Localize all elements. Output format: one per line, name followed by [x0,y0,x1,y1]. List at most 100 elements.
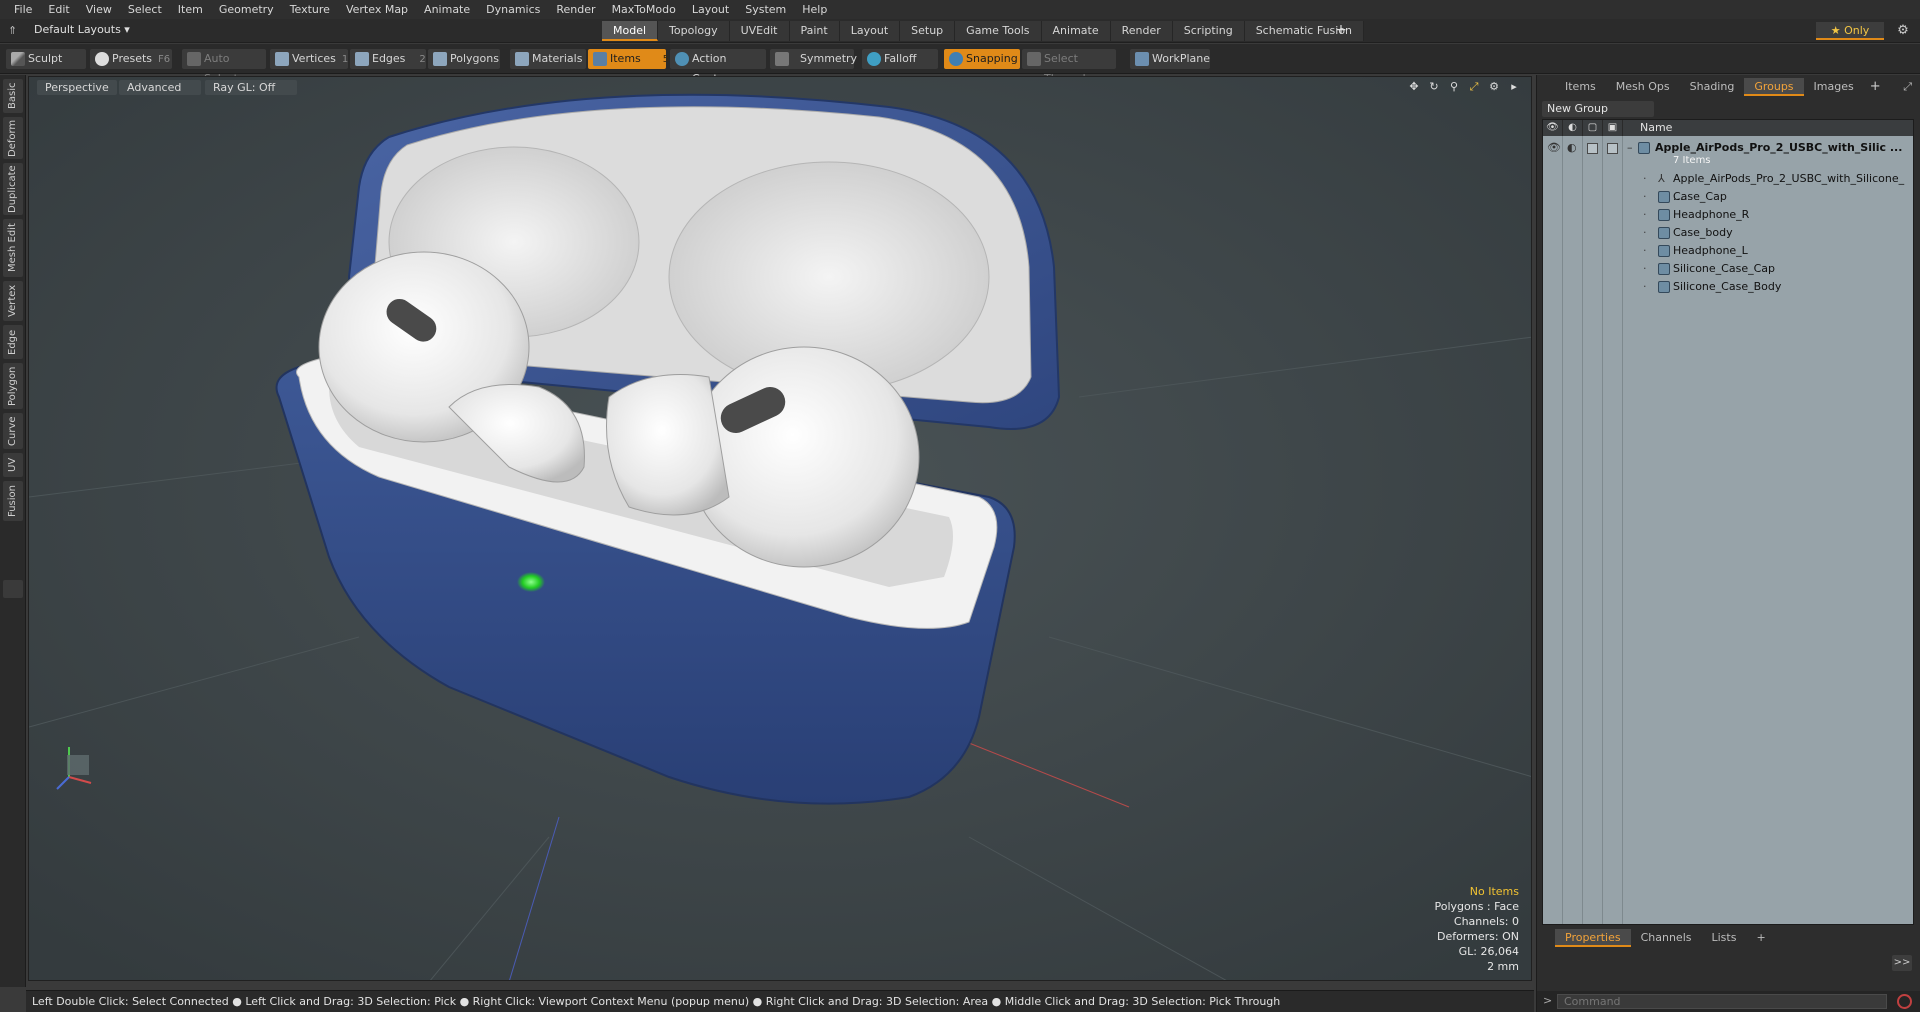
select-through-button[interactable]: Select Through [1022,49,1116,85]
menu-help[interactable]: Help [794,0,835,19]
falloff-button[interactable]: Falloff [862,49,938,69]
raygl-dropdown[interactable]: Ray GL: Off [205,80,297,95]
visibility-column-icon[interactable]: 👁 [1543,120,1563,136]
tree-branch-icon: · [1643,172,1647,185]
stop-icon[interactable] [1897,994,1912,1009]
menu-select[interactable]: Select [120,0,170,19]
edges-button[interactable]: Edges 2 [350,49,426,69]
rotate-view-icon[interactable]: ↻ [1427,80,1441,94]
tab-lists[interactable]: Lists [1702,929,1747,947]
auto-select-button[interactable]: Auto Select [182,49,266,85]
list-item[interactable]: · Case_body [1543,224,1913,242]
tab-items[interactable]: Items [1555,78,1606,96]
tab-properties[interactable]: Properties [1555,929,1631,947]
list-item[interactable]: · Headphone_L [1543,242,1913,260]
pin-icon[interactable]: ⇑ [8,24,22,38]
add-tab-icon[interactable]: + [1864,78,1887,98]
symmetry-button[interactable]: Symmetry [770,49,857,69]
tab-images[interactable]: Images [1804,78,1864,96]
move-view-icon[interactable]: ✥ [1407,80,1421,94]
tab-paint[interactable]: Paint [789,21,840,41]
tab-groups[interactable]: Groups [1744,78,1804,96]
viewport-menu-icon[interactable]: ▸ [1507,80,1521,94]
polygons-button[interactable]: Polygons [428,49,500,69]
left-tab-mesh-edit[interactable]: Mesh Edit [3,219,23,277]
items-button[interactable]: Items 5 [588,49,669,69]
list-item[interactable]: · Case_Cap [1543,188,1913,206]
menu-vertex-map[interactable]: Vertex Map [338,0,416,19]
vertices-button[interactable]: Vertices 1 [270,49,348,69]
menu-system[interactable]: System [737,0,794,19]
snapping-button[interactable]: Snapping [944,49,1020,69]
fit-view-icon[interactable]: ⤢ [1467,80,1481,94]
mesh-icon [1658,263,1670,275]
tab-shading[interactable]: Shading [1680,78,1745,96]
tree-branch-icon: · [1643,244,1647,257]
menu-item[interactable]: Item [170,0,211,19]
tab-game-tools[interactable]: Game Tools [955,21,1042,41]
presets-button[interactable]: Presets F6 [90,49,172,69]
render-column-icon[interactable]: ◐ [1563,120,1583,136]
menu-geometry[interactable]: Geometry [211,0,282,19]
viewport-settings-icon[interactable]: ⚙ [1487,80,1501,94]
materials-button[interactable]: Materials [510,49,586,69]
left-tab-polygon[interactable]: Polygon [3,363,23,409]
3d-viewport[interactable]: Perspective Advanced Ray GL: Off ✥ ↻ ⚲ ⤢… [28,76,1532,981]
action-center-button[interactable]: Action Center [670,49,766,85]
list-item[interactable]: · ⅄ Apple_AirPods_Pro_2_USBC_with_Silico… [1543,170,1913,203]
airpods-case-render[interactable] [29,77,1532,981]
sculpt-button[interactable]: Sculpt [6,49,86,69]
command-input[interactable] [1557,994,1887,1009]
menu-edit[interactable]: Edit [40,0,77,19]
left-tab-edge[interactable]: Edge [3,325,23,359]
left-tab-vertex[interactable]: Vertex [3,281,23,321]
menu-dynamics[interactable]: Dynamics [478,0,548,19]
left-tab-fusion[interactable]: Fusion [3,481,23,521]
menu-texture[interactable]: Texture [282,0,338,19]
groups-list: 👁 ◐ ▢ ▣ Name 👁 ◐ – Apple_AirPods_Pro_2_U… [1542,119,1914,925]
tab-uvedit[interactable]: UVEdit [729,21,790,41]
list-item[interactable]: · Headphone_R [1543,206,1913,224]
tab-render[interactable]: Render [1110,21,1173,41]
view-mode-dropdown[interactable]: Perspective [37,80,117,95]
tab-mesh-ops[interactable]: Mesh Ops [1606,78,1680,96]
expand-button[interactable]: >> [1892,955,1912,971]
workplane-button[interactable]: WorkPlane [1130,49,1210,69]
tab-topology[interactable]: Topology [658,21,730,41]
menu-render[interactable]: Render [548,0,603,19]
select-column-icon[interactable]: ▣ [1603,120,1623,136]
tab-scripting[interactable]: Scripting [1172,21,1245,41]
left-tab-curve[interactable]: Curve [3,413,23,449]
info-scale: 2 mm [1487,960,1519,973]
edges-icon [355,52,369,66]
new-group-button[interactable]: New Group [1542,101,1654,117]
zoom-view-icon[interactable]: ⚲ [1447,80,1461,94]
list-item[interactable]: · Silicone_Case_Cap [1543,260,1913,278]
tab-animate[interactable]: Animate [1041,21,1111,41]
tab-channels[interactable]: Channels [1631,929,1702,947]
only-button[interactable]: ★ Only [1816,22,1884,40]
name-column-header[interactable]: Name [1640,120,1672,136]
left-tab-duplicate[interactable]: Duplicate [3,163,23,215]
left-tab-basic[interactable]: Basic [3,79,23,113]
menu-maxtomodo[interactable]: MaxToModo [604,0,684,19]
add-tab-icon[interactable]: + [1746,929,1775,947]
properties-area: >> [1537,949,1920,993]
menu-layout[interactable]: Layout [684,0,737,19]
tab-model[interactable]: Model [602,21,659,41]
add-tab-icon[interactable]: + [1333,22,1349,38]
left-tab-uv[interactable]: UV [3,453,23,477]
list-item[interactable]: · Silicone_Case_Body [1543,278,1913,296]
tab-setup[interactable]: Setup [900,21,956,41]
tab-layout[interactable]: Layout [839,21,901,41]
lock-column-icon[interactable]: ▢ [1583,120,1603,136]
maximize-icon[interactable]: ⤢ [1903,80,1912,94]
gear-icon[interactable]: ⚙ [1894,22,1912,40]
menu-file[interactable]: File [6,0,40,19]
left-tab-extra[interactable] [3,580,23,598]
menu-view[interactable]: View [78,0,120,19]
menu-animate[interactable]: Animate [416,0,478,19]
left-tab-deform[interactable]: Deform [3,117,23,159]
layout-select[interactable]: Default Layouts ▾ [34,23,130,39]
shading-dropdown[interactable]: Advanced [119,80,201,95]
